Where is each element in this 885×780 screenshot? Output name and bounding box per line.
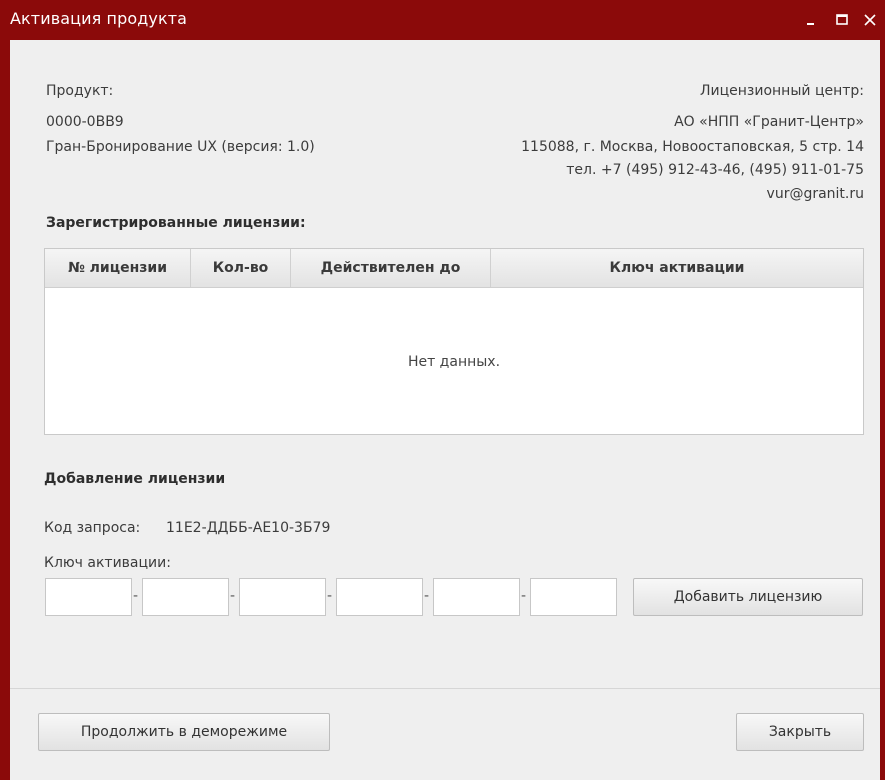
activation-key-label: Ключ активации:: [44, 555, 171, 571]
column-activation-key[interactable]: Ключ активации: [491, 249, 863, 287]
add-license-button[interactable]: Добавить лицензию: [633, 578, 863, 616]
license-center-phones: тел. +7 (495) 912-43-46, (495) 911-01-75: [566, 162, 864, 178]
key-separator: -: [133, 588, 139, 604]
license-center-email[interactable]: vur@granit.ru: [767, 186, 864, 202]
column-quantity[interactable]: Кол-во: [191, 249, 291, 287]
maximize-icon[interactable]: [832, 10, 852, 30]
product-name: Гран-Бронирование UX (версия: 1.0): [46, 139, 315, 155]
activation-key-segment-2[interactable]: [142, 578, 229, 616]
title-bar[interactable]: Активация продукта: [0, 0, 885, 40]
column-valid-until[interactable]: Действителен до: [291, 249, 491, 287]
activation-window: Активация продукта Продукт: 0000-0BB9 Гр…: [0, 0, 885, 780]
close-icon[interactable]: [860, 10, 880, 30]
activation-key-segment-4[interactable]: [336, 578, 423, 616]
key-separator: -: [424, 588, 430, 604]
empty-table-message: Нет данных.: [407, 354, 501, 370]
key-separator: -: [230, 588, 236, 604]
licenses-heading: Зарегистрированные лицензии:: [46, 215, 306, 231]
licenses-table: № лицензии Кол-во Действителен до Ключ а…: [44, 248, 864, 435]
product-code: 0000-0BB9: [46, 114, 124, 130]
activation-key-segment-5[interactable]: [433, 578, 520, 616]
licenses-table-header: № лицензии Кол-во Действителен до Ключ а…: [45, 249, 863, 288]
product-label: Продукт:: [46, 83, 114, 99]
license-center-address: 115088, г. Москва, Новоостаповская, 5 ст…: [521, 139, 864, 155]
column-license-number[interactable]: № лицензии: [45, 249, 191, 287]
activation-key-segment-6[interactable]: [530, 578, 617, 616]
request-code-value: 11E2-ДДББ-AE10-3Б79: [166, 520, 331, 536]
license-center-label: Лицензионный центр:: [700, 83, 864, 99]
dialog-body: Продукт: 0000-0BB9 Гран-Бронирование UX …: [10, 40, 880, 780]
close-button[interactable]: Закрыть: [736, 713, 864, 751]
minimize-icon[interactable]: [802, 10, 822, 30]
license-center-org: АО «НПП «Гранит-Центр»: [674, 114, 864, 130]
continue-demo-button[interactable]: Продолжить в деморежиме: [38, 713, 330, 751]
window-title: Активация продукта: [10, 9, 188, 28]
request-code-label: Код запроса:: [44, 520, 141, 536]
key-separator: -: [327, 588, 333, 604]
footer-divider: [10, 688, 880, 689]
add-license-heading: Добавление лицензии: [44, 471, 226, 487]
activation-key-segment-3[interactable]: [239, 578, 326, 616]
key-separator: -: [521, 588, 527, 604]
activation-key-segment-1[interactable]: [45, 578, 132, 616]
